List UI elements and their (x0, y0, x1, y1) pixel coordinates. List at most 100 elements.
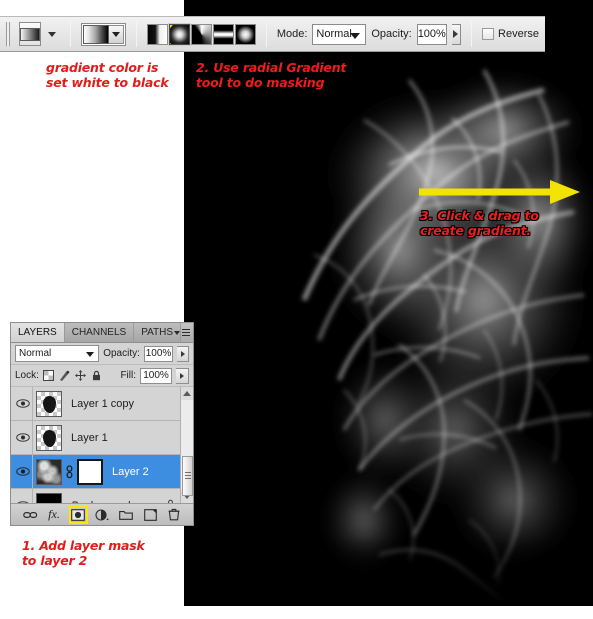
annotation-radial-tool: 2. Use radial Gradient tool to do maskin… (196, 60, 347, 90)
eye-icon (15, 399, 30, 408)
layer-thumbnail[interactable] (36, 458, 62, 485)
layer-list[interactable]: Layer 1 copy Layer 1 Layer 2 (11, 387, 193, 503)
gradient-ramp-preview (83, 24, 109, 44)
gradient-type-buttons[interactable] (146, 22, 256, 46)
mode-label: Mode: (276, 28, 308, 40)
new-layer-button[interactable] (143, 507, 158, 522)
reverse-checkbox[interactable] (482, 28, 495, 40)
layer-thumbnail[interactable] (36, 390, 62, 417)
table-row[interactable]: Background (11, 489, 193, 503)
lock-label: Lock: (15, 370, 39, 381)
blend-opacity-row[interactable]: Normal Opacity: 100% (11, 343, 193, 365)
layers-panel[interactable]: LAYERS CHANNELS PATHS Normal Opacity: 10… (10, 322, 194, 526)
chevron-right-icon (180, 372, 184, 379)
layer-blend-mode-select[interactable]: Normal (15, 345, 100, 362)
new-group-button[interactable] (119, 507, 134, 522)
hamburger-icon (182, 329, 190, 337)
opacity-slider-button[interactable] (451, 23, 462, 45)
chevron-up-icon (183, 391, 191, 396)
annotation-click-drag: 3. Click & drag to create gradient. (420, 208, 539, 238)
chevron-right-icon (180, 350, 185, 357)
layer-blend-mode-value: Normal (19, 348, 52, 359)
lock-transparent-pixels-icon[interactable] (42, 370, 54, 381)
new-adjustment-layer-button[interactable] (95, 507, 110, 522)
annotation-add-layer-mask: 1. Add layer mask to layer 2 (22, 538, 145, 568)
layer-name: Layer 1 copy (71, 397, 134, 410)
panel-tab-bar[interactable]: LAYERS CHANNELS PATHS (11, 323, 193, 343)
opacity-input[interactable]: 100% (416, 23, 447, 45)
layers-panel-footer[interactable]: fx. (11, 503, 193, 525)
chevron-right-icon (453, 30, 459, 38)
chevron-down-icon (350, 32, 361, 39)
link-layers-button[interactable] (22, 507, 38, 522)
gradient-tool-swatch-icon (20, 27, 41, 41)
layer-thumbnail[interactable] (36, 492, 62, 503)
layer-name: Layer 1 (71, 431, 108, 444)
photoshop-tutorial-screenshot: Mode: Normal Opacity: 100% Reverse gradi… (0, 0, 593, 619)
layer-visibility-toggle[interactable] (13, 421, 33, 454)
layer-style-button[interactable]: fx. (47, 507, 62, 522)
folder-icon (119, 511, 133, 520)
scrollbar-track[interactable] (180, 400, 193, 496)
linear-gradient-button[interactable] (146, 23, 168, 45)
chevron-down-icon (111, 31, 120, 37)
fill-input[interactable]: 100% (140, 367, 172, 384)
diamond-gradient-button[interactable] (234, 23, 256, 45)
tool-preset-chevron-down-icon[interactable] (48, 31, 57, 37)
angle-gradient-button[interactable] (190, 23, 212, 45)
opacity-label: Opacity: (371, 28, 412, 40)
reverse-checkbox-row[interactable]: Reverse (482, 28, 539, 40)
options-bar-grip[interactable] (6, 22, 11, 46)
fill-slider-button[interactable] (176, 367, 189, 384)
smoke-photo-canvas[interactable] (184, 0, 593, 606)
chevron-down-icon (86, 352, 95, 357)
radial-gradient-button[interactable] (167, 22, 191, 46)
lock-position-icon[interactable] (74, 370, 86, 381)
scrollbar-thumb[interactable] (181, 456, 193, 496)
tool-preset-picker[interactable] (19, 22, 42, 46)
lock-all-icon[interactable] (91, 370, 102, 381)
tab-channels[interactable]: CHANNELS (64, 323, 135, 342)
divider (471, 21, 473, 47)
scrollbar-grip-icon (184, 472, 191, 480)
eye-icon (15, 467, 30, 476)
layer-visibility-toggle[interactable] (13, 455, 33, 488)
scroll-up-button[interactable] (180, 387, 193, 400)
delete-layer-button[interactable] (167, 507, 182, 522)
gradient-tool-options-bar[interactable]: Mode: Normal Opacity: 100% Reverse (0, 16, 545, 52)
reverse-label: Reverse (498, 28, 539, 40)
layer-opacity-input[interactable]: 100% (143, 345, 174, 362)
layer-visibility-toggle[interactable] (13, 387, 33, 420)
blend-mode-select[interactable]: Normal (312, 23, 367, 45)
divider (135, 21, 137, 47)
layer-visibility-toggle[interactable] (13, 489, 33, 503)
tab-layers[interactable]: LAYERS (11, 323, 65, 342)
add-layer-mask-button[interactable] (68, 505, 88, 524)
lock-image-pixels-icon[interactable] (59, 370, 70, 381)
lock-buttons[interactable] (42, 370, 102, 381)
eye-icon (15, 433, 30, 442)
smoke-svg (184, 0, 593, 606)
new-layer-icon (143, 508, 157, 521)
fx-icon: fx. (48, 507, 60, 521)
link-chain-icon (22, 511, 37, 518)
layer-list-scrollbar[interactable] (180, 387, 193, 503)
layer-mask-icon (71, 508, 85, 521)
divider (70, 21, 72, 47)
gradient-picker-dropdown[interactable] (108, 24, 124, 44)
divider (265, 21, 267, 47)
fill-label: Fill: (120, 370, 136, 381)
layer-thumbnail[interactable] (36, 424, 62, 451)
panel-menu-icon[interactable] (174, 326, 190, 340)
table-row[interactable]: Layer 1 (11, 421, 193, 455)
layer-mask-thumbnail[interactable] (77, 458, 103, 485)
reflected-gradient-button[interactable] (212, 23, 234, 45)
table-row[interactable]: Layer 2 (11, 455, 193, 489)
gradient-preview-picker[interactable] (81, 22, 126, 46)
link-icon[interactable] (65, 464, 74, 479)
lock-fill-row[interactable]: Lock: Fill: 100% (11, 365, 193, 387)
half-circle-icon (95, 508, 109, 521)
layer-opacity-label: Opacity: (103, 348, 140, 359)
table-row[interactable]: Layer 1 copy (11, 387, 193, 421)
layer-opacity-slider-button[interactable] (177, 345, 189, 362)
